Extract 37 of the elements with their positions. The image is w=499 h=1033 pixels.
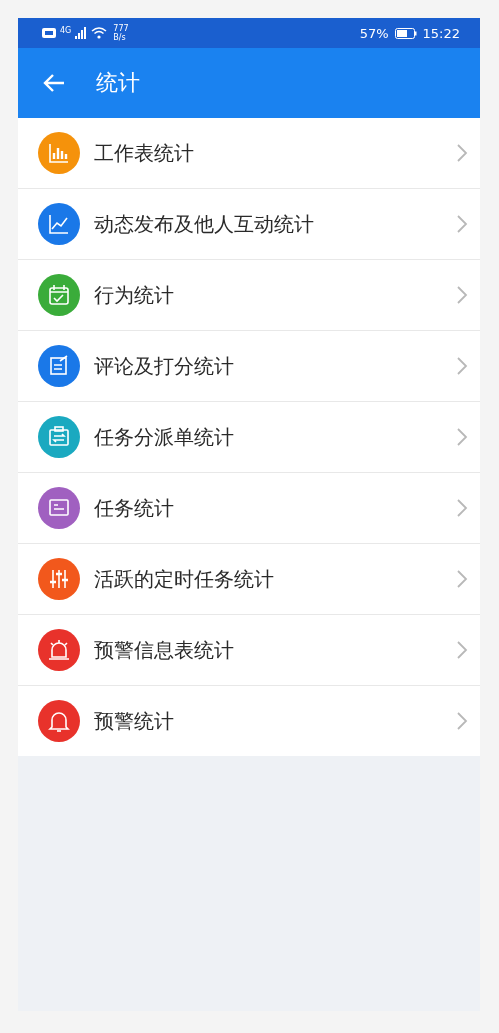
chevron-right-icon (456, 356, 468, 376)
menu-item-label: 动态发布及他人互动统计 (94, 210, 315, 238)
chevron-right-icon (456, 711, 468, 731)
chevron-right-icon (456, 569, 468, 589)
network-speed: 777 (113, 24, 129, 33)
menu-item-label: 预警信息表统计 (94, 636, 235, 664)
menu-item[interactable]: 预警统计 (18, 686, 480, 756)
menu-item-label: 活跃的定时任务统计 (94, 565, 275, 593)
chevron-right-icon (456, 498, 468, 518)
chevron-right-icon (456, 640, 468, 660)
chevron-right-icon (456, 427, 468, 447)
menu-item[interactable]: 评论及打分统计 (18, 331, 480, 402)
chevron-right-icon (456, 285, 468, 305)
menu-item-label: 工作表统计 (94, 139, 195, 167)
battery-percent: 57% (359, 25, 389, 41)
network-type: 4G (60, 26, 72, 35)
speed-unit: B/s (113, 33, 127, 42)
clock: 15:22 (422, 25, 460, 41)
menu-item[interactable]: 任务分派单统计 (18, 402, 480, 473)
menu-item-label: 行为统计 (94, 281, 175, 309)
page-title: 统计 (96, 69, 140, 97)
menu-item[interactable]: 行为统计 (18, 260, 480, 331)
wifi-icon (91, 27, 108, 39)
chevron-right-icon (456, 143, 468, 163)
menu-item-label: 评论及打分统计 (94, 352, 235, 380)
chevron-right-icon (456, 214, 468, 234)
menu-item[interactable]: 工作表统计 (18, 118, 480, 189)
menu-item-label: 预警统计 (94, 707, 175, 735)
menu-item-label: 任务统计 (94, 494, 175, 522)
menu-item[interactable]: 预警信息表统计 (18, 615, 480, 686)
hd-icon (42, 28, 56, 38)
menu-item[interactable]: 活跃的定时任务统计 (18, 544, 480, 615)
menu-item[interactable]: 动态发布及他人互动统计 (18, 189, 480, 260)
menu-item-label: 任务分派单统计 (94, 423, 235, 451)
signal-icon (75, 27, 88, 39)
menu-item[interactable]: 任务统计 (18, 473, 480, 544)
battery-icon (394, 27, 417, 39)
